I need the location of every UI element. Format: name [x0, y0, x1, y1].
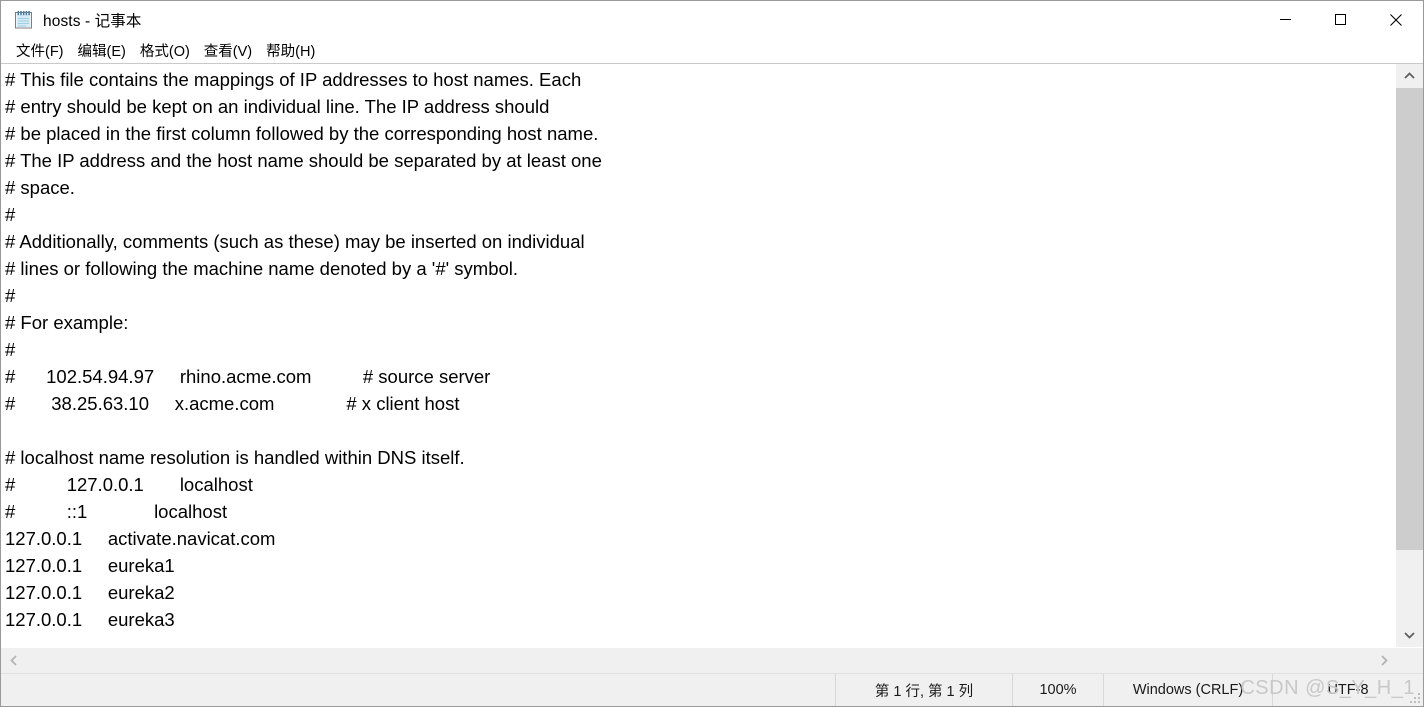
menu-bar: 文件(F) 编辑(E) 格式(O) 查看(V) 帮助(H)	[1, 38, 1423, 63]
scroll-right-arrow-icon[interactable]	[1371, 648, 1396, 673]
text-line: # be placed in the first column followed…	[5, 123, 599, 144]
text-line: # Additionally, comments (such as these)…	[5, 231, 585, 252]
window-controls	[1258, 1, 1423, 38]
scroll-up-arrow-icon[interactable]	[1396, 64, 1423, 88]
text-line: # lines or following the machine name de…	[5, 258, 519, 279]
status-zoom-level[interactable]: 100%	[1012, 674, 1103, 706]
text-line: 127.0.0.1 eureka3	[5, 609, 175, 630]
status-line-ending[interactable]: Windows (CRLF)	[1103, 674, 1272, 706]
vertical-scrollbar[interactable]	[1395, 64, 1423, 647]
text-line: #	[5, 204, 16, 225]
scroll-left-arrow-icon[interactable]	[1, 648, 26, 673]
text-line: # entry should be kept on an individual …	[5, 96, 550, 117]
title-bar-left: hosts - 记事本	[1, 9, 141, 31]
notepad-icon	[13, 9, 34, 30]
vertical-scroll-track[interactable]	[1396, 88, 1423, 623]
text-line: # localhost name resolution is handled w…	[5, 447, 465, 468]
text-line: 127.0.0.1 activate.navicat.com	[5, 528, 276, 549]
text-line: # This file contains the mappings of IP …	[5, 69, 582, 90]
text-line: #	[5, 339, 16, 360]
title-bar[interactable]: hosts - 记事本	[1, 1, 1423, 38]
text-line	[5, 417, 1395, 444]
text-line: # 102.54.94.97 rhino.acme.com # source s…	[5, 366, 491, 387]
scrollbar-corner	[1396, 648, 1423, 673]
minimize-button[interactable]	[1258, 1, 1313, 38]
notepad-window: hosts - 记事本 文件(F) 编辑(E) 格式(O) 查看(V) 帮助(H…	[0, 0, 1424, 707]
text-line: # ::1 localhost	[5, 501, 228, 522]
scroll-down-arrow-icon[interactable]	[1396, 623, 1423, 647]
text-line: # space.	[5, 177, 75, 198]
text-line: # 127.0.0.1 localhost	[5, 474, 253, 495]
window-title: hosts - 记事本	[43, 12, 142, 30]
horizontal-scroll-track[interactable]	[26, 648, 1371, 673]
maximize-button[interactable]	[1313, 1, 1368, 38]
text-line: # The IP address and the host name shoul…	[5, 150, 602, 171]
close-button[interactable]	[1368, 1, 1423, 38]
menu-file[interactable]: 文件(F)	[9, 38, 71, 63]
menu-help[interactable]: 帮助(H)	[259, 38, 322, 63]
menu-view[interactable]: 查看(V)	[197, 38, 259, 63]
text-line: #	[5, 285, 16, 306]
editor-area: # This file contains the mappings of IP …	[1, 63, 1423, 673]
text-line: 127.0.0.1 eureka2	[5, 582, 175, 603]
horizontal-scrollbar[interactable]	[1, 647, 1423, 673]
menu-edit[interactable]: 编辑(E)	[71, 38, 133, 63]
text-line: # 38.25.63.10 x.acme.com # x client host	[5, 393, 460, 414]
text-editor[interactable]: # This file contains the mappings of IP …	[1, 64, 1395, 647]
status-bar: 第 1 行, 第 1 列 100% Windows (CRLF) UTF-8	[1, 673, 1423, 706]
menu-format[interactable]: 格式(O)	[133, 38, 197, 63]
text-line: # For example:	[5, 312, 129, 333]
status-encoding[interactable]: UTF-8	[1272, 674, 1423, 706]
editor-row: # This file contains the mappings of IP …	[1, 63, 1423, 647]
status-cursor-position: 第 1 行, 第 1 列	[835, 674, 1012, 706]
vertical-scroll-thumb[interactable]	[1396, 88, 1423, 550]
resize-grip[interactable]	[1408, 691, 1420, 703]
text-line: 127.0.0.1 eureka1	[5, 555, 175, 576]
